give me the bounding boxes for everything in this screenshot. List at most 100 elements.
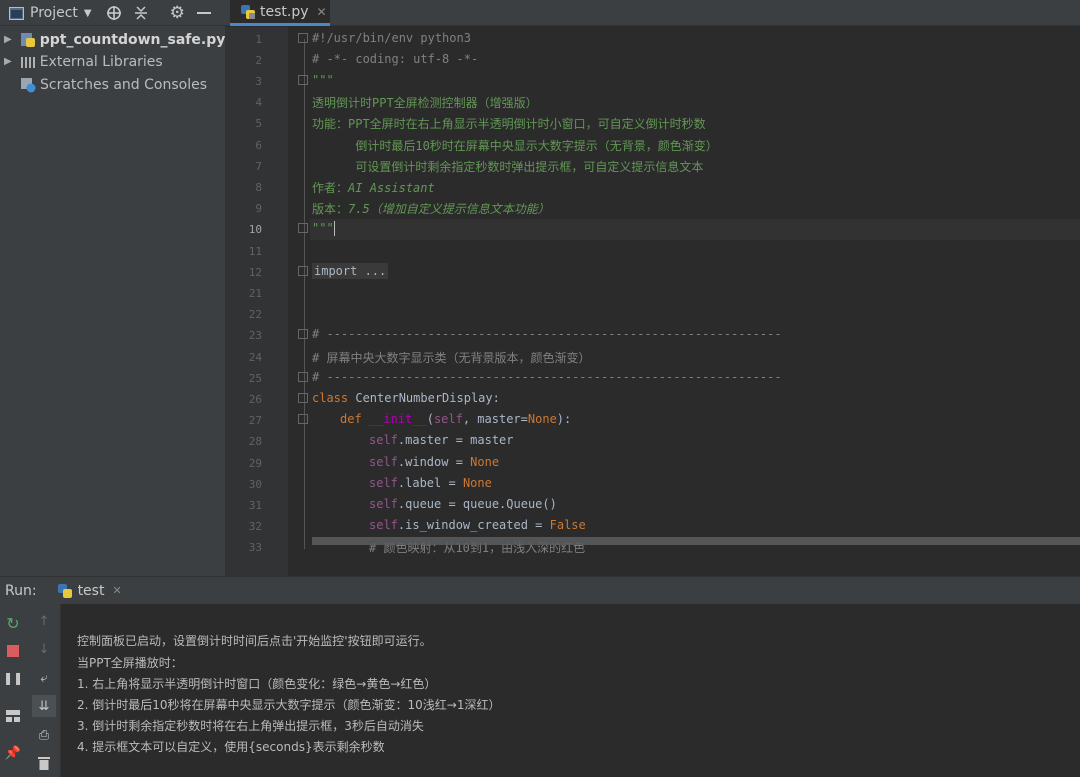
fold-marker-icon[interactable] <box>298 223 308 233</box>
project-header: Project ▼ ⚙ <box>0 0 226 26</box>
code-line: 倒计时最后10秒时在屏幕中央显示大数字提示（无背景，颜色渐变） <box>312 139 718 153</box>
line-number: 7 <box>255 160 262 173</box>
tree-item-external-libraries[interactable]: ▶ External Libraries <box>0 50 163 73</box>
tree-item-scratches[interactable]: Scratches and Consoles <box>0 73 207 96</box>
tree-item-label: External Libraries <box>39 53 163 70</box>
code-token: __init__ <box>368 412 427 426</box>
line-number: 21 <box>248 287 262 300</box>
project-view-label[interactable]: Project <box>30 5 78 21</box>
line-number: 25 <box>248 372 262 385</box>
console-output[interactable]: 控制面板已启动，设置倒计时时间后点击'开始监控'按钮即可运行。 当PPT全屏播放… <box>62 604 1080 777</box>
layout-icon[interactable] <box>4 707 22 725</box>
run-tab[interactable]: test ✕ <box>57 583 122 599</box>
fold-marker-icon[interactable] <box>298 393 308 403</box>
print-icon[interactable]: ⎙ <box>35 726 53 744</box>
console-line: 3. 倒计时剩余指定秒数时将在右上角弹出提示框，3秒后自动消失 <box>77 719 424 733</box>
code-token: """ <box>312 221 334 235</box>
current-line-highlight <box>226 219 1080 240</box>
dropdown-arrow-icon[interactable]: ▼ <box>84 8 92 19</box>
stop-icon[interactable] <box>4 642 22 660</box>
line-number: 26 <box>248 393 262 406</box>
code-token: self <box>369 476 398 490</box>
pause-icon[interactable]: ❚❚ <box>3 669 23 687</box>
code-token: self <box>369 455 398 469</box>
fold-marker-icon[interactable] <box>298 75 308 85</box>
text-cursor <box>333 221 335 236</box>
run-toolbar-secondary: ↑ ↓ ⤶ ⇊ ⎙ <box>28 604 61 777</box>
console-line: 当PPT全屏播放时： <box>77 656 183 670</box>
line-number: 31 <box>248 499 262 512</box>
fold-marker-icon[interactable] <box>298 329 308 339</box>
code-token: .label = <box>397 476 463 490</box>
code-token: , master= <box>462 412 528 426</box>
line-number: 1 <box>255 33 262 46</box>
line-number: 11 <box>248 245 262 258</box>
close-icon[interactable]: ✕ <box>317 5 327 19</box>
code-line: self.label = None <box>312 476 492 490</box>
python-file-icon <box>240 4 256 20</box>
code-token: 版本： <box>312 202 349 216</box>
fold-marker-icon[interactable] <box>298 414 308 424</box>
tree-item-ppt-countdown[interactable]: ▶ ppt_countdown_safe.py <box>0 28 225 51</box>
code-line: #!/usr/bin/env python3 <box>312 31 471 45</box>
arrow-down-icon[interactable]: ↓ <box>35 640 53 658</box>
line-number: 27 <box>248 414 262 427</box>
code-line: # --------------------------------------… <box>312 370 782 384</box>
expand-arrow-icon[interactable]: ▶ <box>4 34 12 45</box>
fold-marker-icon[interactable] <box>298 372 308 382</box>
console-line: 4. 提示框文本可以自定义，使用{seconds}表示剩余秒数 <box>77 740 385 754</box>
code-editor[interactable]: 1 2 3 4 5 6 7 8 9 10 11 12 21 22 23 24 2… <box>226 27 1080 576</box>
trash-icon[interactable] <box>35 754 53 772</box>
code-token: self <box>369 518 398 532</box>
gear-icon[interactable]: ⚙ <box>170 3 185 23</box>
minimize-icon[interactable] <box>196 11 211 15</box>
run-tab-label: test <box>77 582 105 599</box>
code-line: class CenterNumberDisplay: <box>312 391 500 405</box>
code-line: self.master = master <box>312 433 514 447</box>
run-toolbar-primary: ↻ ❚❚ 📌 <box>0 604 28 777</box>
close-icon[interactable]: ✕ <box>112 584 121 597</box>
line-number: 12 <box>248 266 262 279</box>
fold-gutter <box>288 27 310 576</box>
code-token: def <box>340 412 362 426</box>
arrow-up-icon[interactable]: ↑ <box>35 612 53 630</box>
locate-icon[interactable] <box>106 5 122 21</box>
scroll-to-end-icon[interactable]: ⇊ <box>32 695 56 717</box>
line-number: 24 <box>248 351 262 364</box>
code-token: self <box>433 412 463 426</box>
code-token: AI Assistant <box>348 181 435 195</box>
collapse-icon[interactable] <box>134 5 148 21</box>
console-line: 2. 倒计时最后10秒将在屏幕中央显示大数字提示（颜色渐变：10浅红→1深红） <box>77 698 501 712</box>
code-line: 功能：PPT全屏时在右上角显示半透明倒计时小窗口，可自定义倒计时秒数 <box>312 117 706 131</box>
console-line: 1. 右上角将显示半透明倒计时窗口（颜色变化：绿色→黄色→红色） <box>77 677 437 691</box>
code-line: self.queue = queue.Queue() <box>312 497 557 511</box>
editor-tabs: test.py ✕ <box>226 0 1080 26</box>
line-number: 32 <box>248 520 262 533</box>
code-token: self <box>369 497 398 511</box>
pin-icon[interactable]: 📌 <box>4 744 22 762</box>
line-number: 8 <box>255 181 262 194</box>
fold-guide <box>304 39 305 549</box>
folded-import[interactable]: import ... <box>312 263 389 279</box>
tab-label: test.py <box>260 3 309 20</box>
python-icon <box>57 583 73 599</box>
expand-arrow-icon[interactable]: ▶ <box>4 56 12 67</box>
code-line: self.window = None <box>312 455 499 469</box>
fold-marker-icon[interactable] <box>298 33 308 43</box>
code-token: .is_window_created = <box>397 518 550 532</box>
rerun-icon[interactable]: ↻ <box>4 614 22 633</box>
code-line: # -*- coding: utf-8 -*- <box>312 52 479 66</box>
code-line: 版本：7.5（增加自定义提示信息文本功能） <box>312 200 550 217</box>
horizontal-scrollbar[interactable] <box>312 537 1080 545</box>
tree-item-label: Scratches and Consoles <box>40 76 207 93</box>
tab-test-py[interactable]: test.py ✕ <box>230 0 330 26</box>
soft-wrap-icon[interactable]: ⤶ <box>35 669 53 687</box>
project-panel: ▶ ppt_countdown_safe.py ▶ External Libra… <box>0 26 226 576</box>
code-line: # 屏幕中央大数字显示类（无背景版本，颜色渐变） <box>312 351 591 365</box>
code-token: .queue = queue.Queue() <box>397 497 557 511</box>
code-token: None <box>470 455 500 469</box>
fold-marker-icon[interactable] <box>298 266 308 276</box>
line-number: 28 <box>248 435 262 448</box>
line-number: 6 <box>255 139 262 152</box>
code-line: 可设置倒计时剩余指定秒数时弹出提示框，可自定义提示信息文本 <box>312 160 704 174</box>
